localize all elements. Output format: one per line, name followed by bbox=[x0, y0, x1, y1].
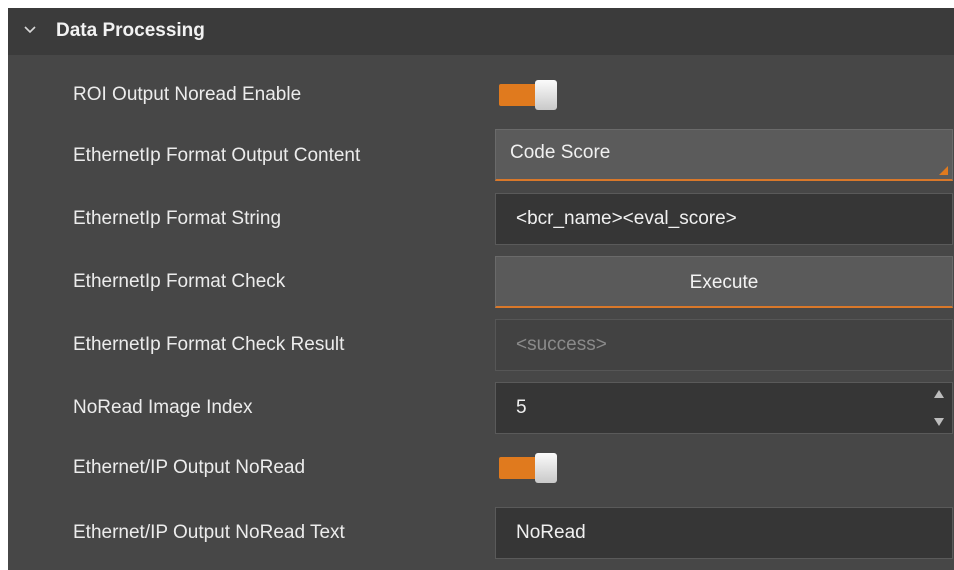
input-value: <bcr_name><eval_score> bbox=[516, 208, 737, 229]
ethernet-ip-output-noread-text-label: Ethernet/IP Output NoRead Text bbox=[73, 522, 345, 543]
triangle-down-icon[interactable] bbox=[932, 415, 946, 429]
roi-output-noread-enable-label: ROI Output Noread Enable bbox=[73, 84, 302, 105]
section-title: Data Processing bbox=[56, 20, 205, 41]
ethernetip-format-string-input[interactable]: <bcr_name><eval_score> bbox=[495, 193, 953, 245]
toggle-knob[interactable] bbox=[535, 80, 557, 110]
ethernetip-format-check-result-field: <success> bbox=[495, 319, 953, 371]
ethernet-ip-output-noread-text-input[interactable]: NoRead bbox=[495, 507, 953, 559]
row-noread-image-index: NoRead Image Index 5 bbox=[8, 382, 954, 434]
noread-image-index-spinbox[interactable]: 5 bbox=[495, 382, 953, 434]
ethernetip-format-output-content-label: EthernetIp Format Output Content bbox=[73, 145, 361, 166]
execute-button[interactable]: Execute bbox=[495, 256, 953, 308]
row-roi-output-noread-enable: ROI Output Noread Enable bbox=[8, 65, 954, 125]
row-ethernetip-format-check: EthernetIp Format Check Execute bbox=[8, 256, 954, 308]
ethernetip-format-string-label: EthernetIp Format String bbox=[73, 208, 282, 229]
dropdown-corner-icon bbox=[939, 166, 948, 175]
row-ethernet-ip-output-noread: Ethernet/IP Output NoRead bbox=[8, 438, 954, 498]
triangle-up-icon[interactable] bbox=[932, 387, 946, 401]
row-ethernetip-format-string: EthernetIp Format String <bcr_name><eval… bbox=[8, 193, 954, 245]
ethernet-ip-output-noread-toggle[interactable] bbox=[499, 453, 565, 483]
row-ethernetip-format-check-result: EthernetIp Format Check Result <success> bbox=[8, 319, 954, 371]
ethernet-ip-output-noread-label: Ethernet/IP Output NoRead bbox=[73, 457, 306, 478]
row-ethernet-ip-output-noread-text: Ethernet/IP Output NoRead Text NoRead bbox=[8, 507, 954, 559]
ethernetip-format-check-result-label: EthernetIp Format Check Result bbox=[73, 334, 345, 355]
section-header[interactable]: Data Processing bbox=[8, 8, 954, 55]
ethernetip-format-check-label: EthernetIp Format Check bbox=[73, 271, 286, 292]
input-value: NoRead bbox=[516, 522, 586, 543]
properties-panel: Data Processing ROI Output Noread Enable… bbox=[8, 8, 954, 570]
chevron-down-icon[interactable] bbox=[22, 22, 38, 38]
roi-output-noread-enable-toggle[interactable] bbox=[499, 80, 565, 110]
spinbox-value: 5 bbox=[516, 397, 527, 418]
row-ethernetip-format-output-content: EthernetIp Format Output Content Code Sc… bbox=[8, 129, 954, 182]
select-value: Code Score bbox=[510, 142, 611, 163]
result-value: <success> bbox=[516, 334, 607, 355]
toggle-knob[interactable] bbox=[535, 453, 557, 483]
noread-image-index-label: NoRead Image Index bbox=[73, 397, 253, 418]
ethernetip-format-output-content-select[interactable]: Code Score bbox=[495, 129, 953, 181]
